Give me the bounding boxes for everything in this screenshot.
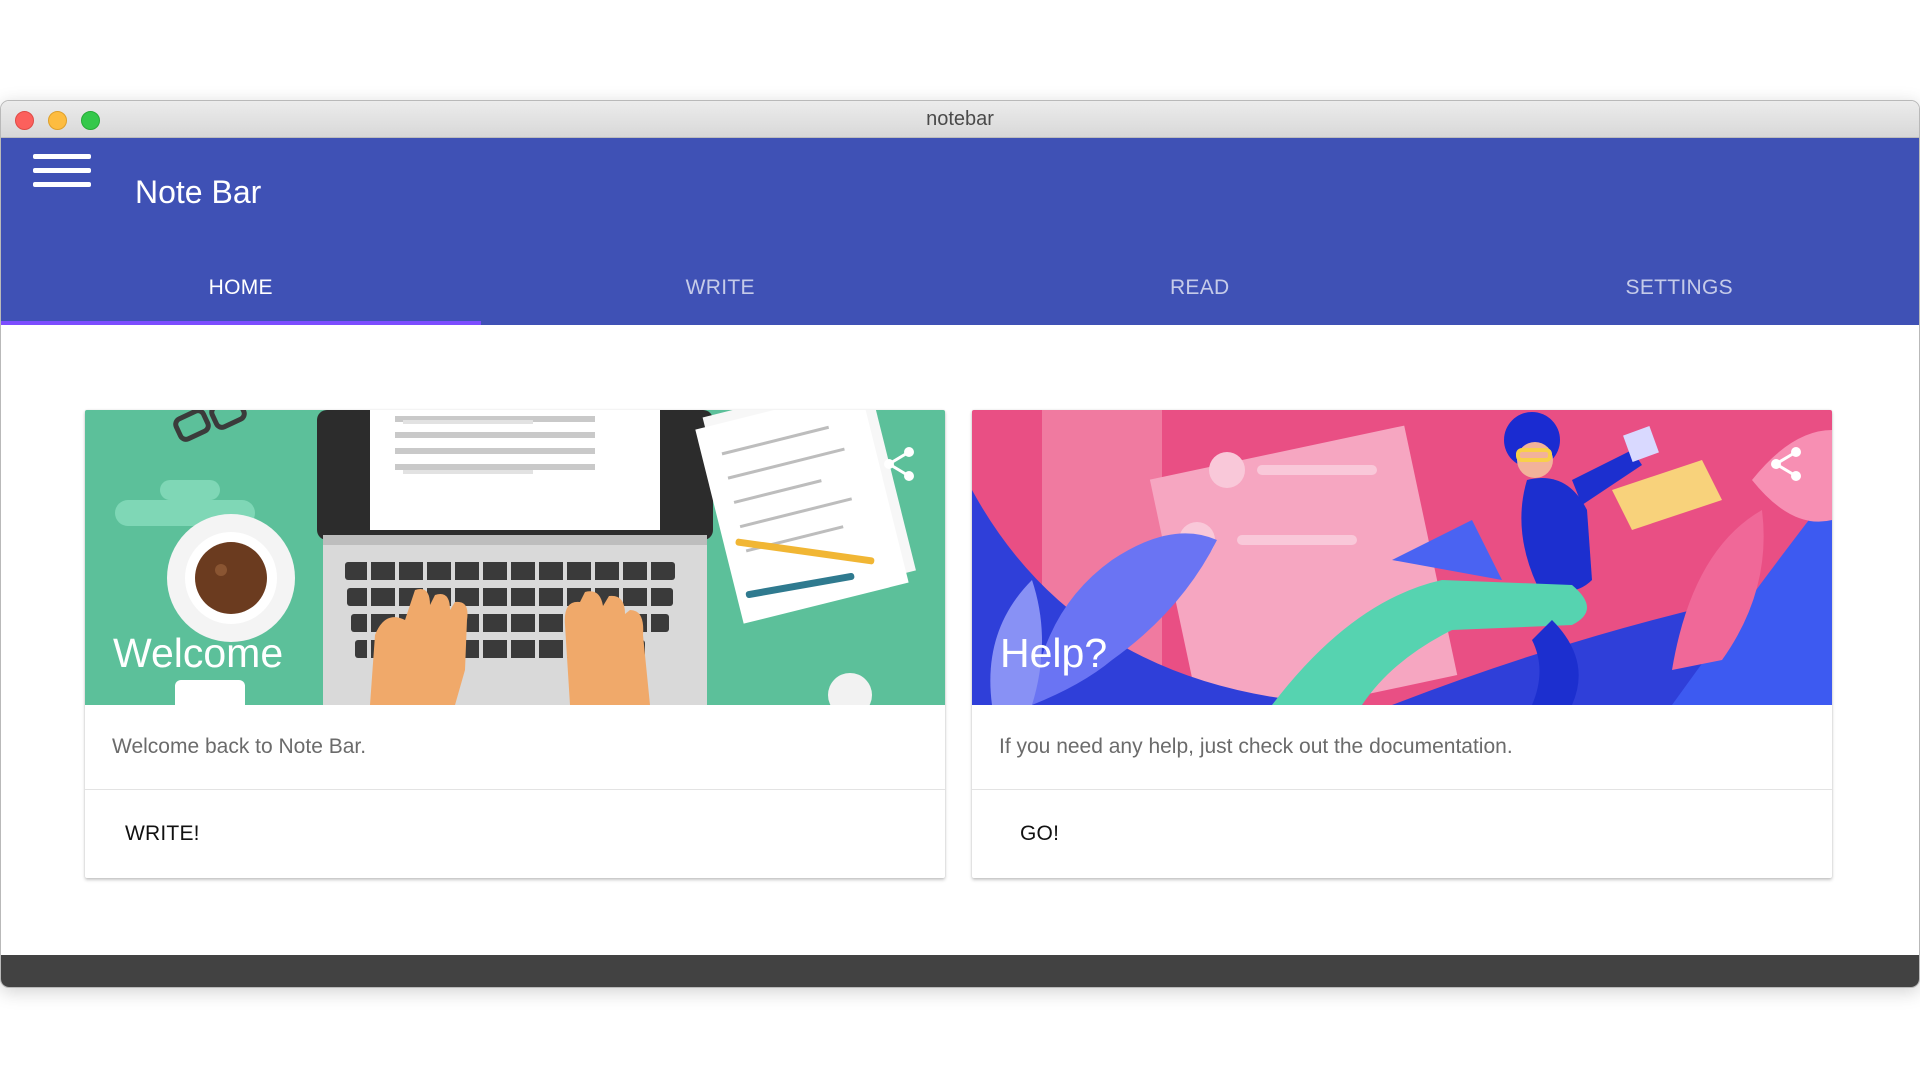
welcome-card-image: Welcome — [85, 410, 945, 705]
window-title: notebar — [926, 108, 994, 130]
app-bar: Note Bar HOME WRITE READ SETTINGS — [1, 138, 1919, 325]
help-card-image: Help? — [972, 410, 1832, 705]
minimize-window-button[interactable] — [48, 111, 67, 130]
tab-read[interactable]: READ — [960, 254, 1440, 325]
title-bar: notebar — [1, 101, 1919, 138]
write-button[interactable]: WRITE! — [101, 812, 224, 856]
welcome-card-title: Welcome — [113, 630, 284, 676]
tab-settings[interactable]: SETTINGS — [1440, 254, 1920, 325]
welcome-card: Welcome Welcome back to Note Bar. WRITE! — [85, 410, 945, 878]
tab-write[interactable]: WRITE — [481, 254, 961, 325]
tab-bar: HOME WRITE READ SETTINGS — [1, 254, 1919, 325]
menu-icon[interactable] — [33, 154, 91, 194]
help-card-text: If you need any help, just check out the… — [972, 705, 1832, 790]
tab-home[interactable]: HOME — [1, 254, 481, 325]
app-title: Note Bar — [135, 174, 262, 210]
app-window: notebar Note Bar HOME WRITE READ SETTING… — [0, 100, 1920, 988]
close-window-button[interactable] — [15, 111, 34, 130]
share-icon[interactable] — [1768, 446, 1804, 482]
bottom-bar — [1, 955, 1919, 987]
help-card-title: Help? — [1000, 630, 1108, 676]
go-button[interactable]: GO! — [996, 812, 1084, 856]
welcome-card-actions: WRITE! — [85, 790, 945, 878]
maximize-window-button[interactable] — [81, 111, 100, 130]
help-card: Help? If you need any help, just check o… — [972, 410, 1832, 878]
welcome-card-text: Welcome back to Note Bar. — [85, 705, 945, 790]
share-icon[interactable] — [881, 446, 917, 482]
help-card-actions: GO! — [972, 790, 1832, 878]
home-content: Welcome Welcome back to Note Bar. WRITE! — [1, 325, 1919, 955]
